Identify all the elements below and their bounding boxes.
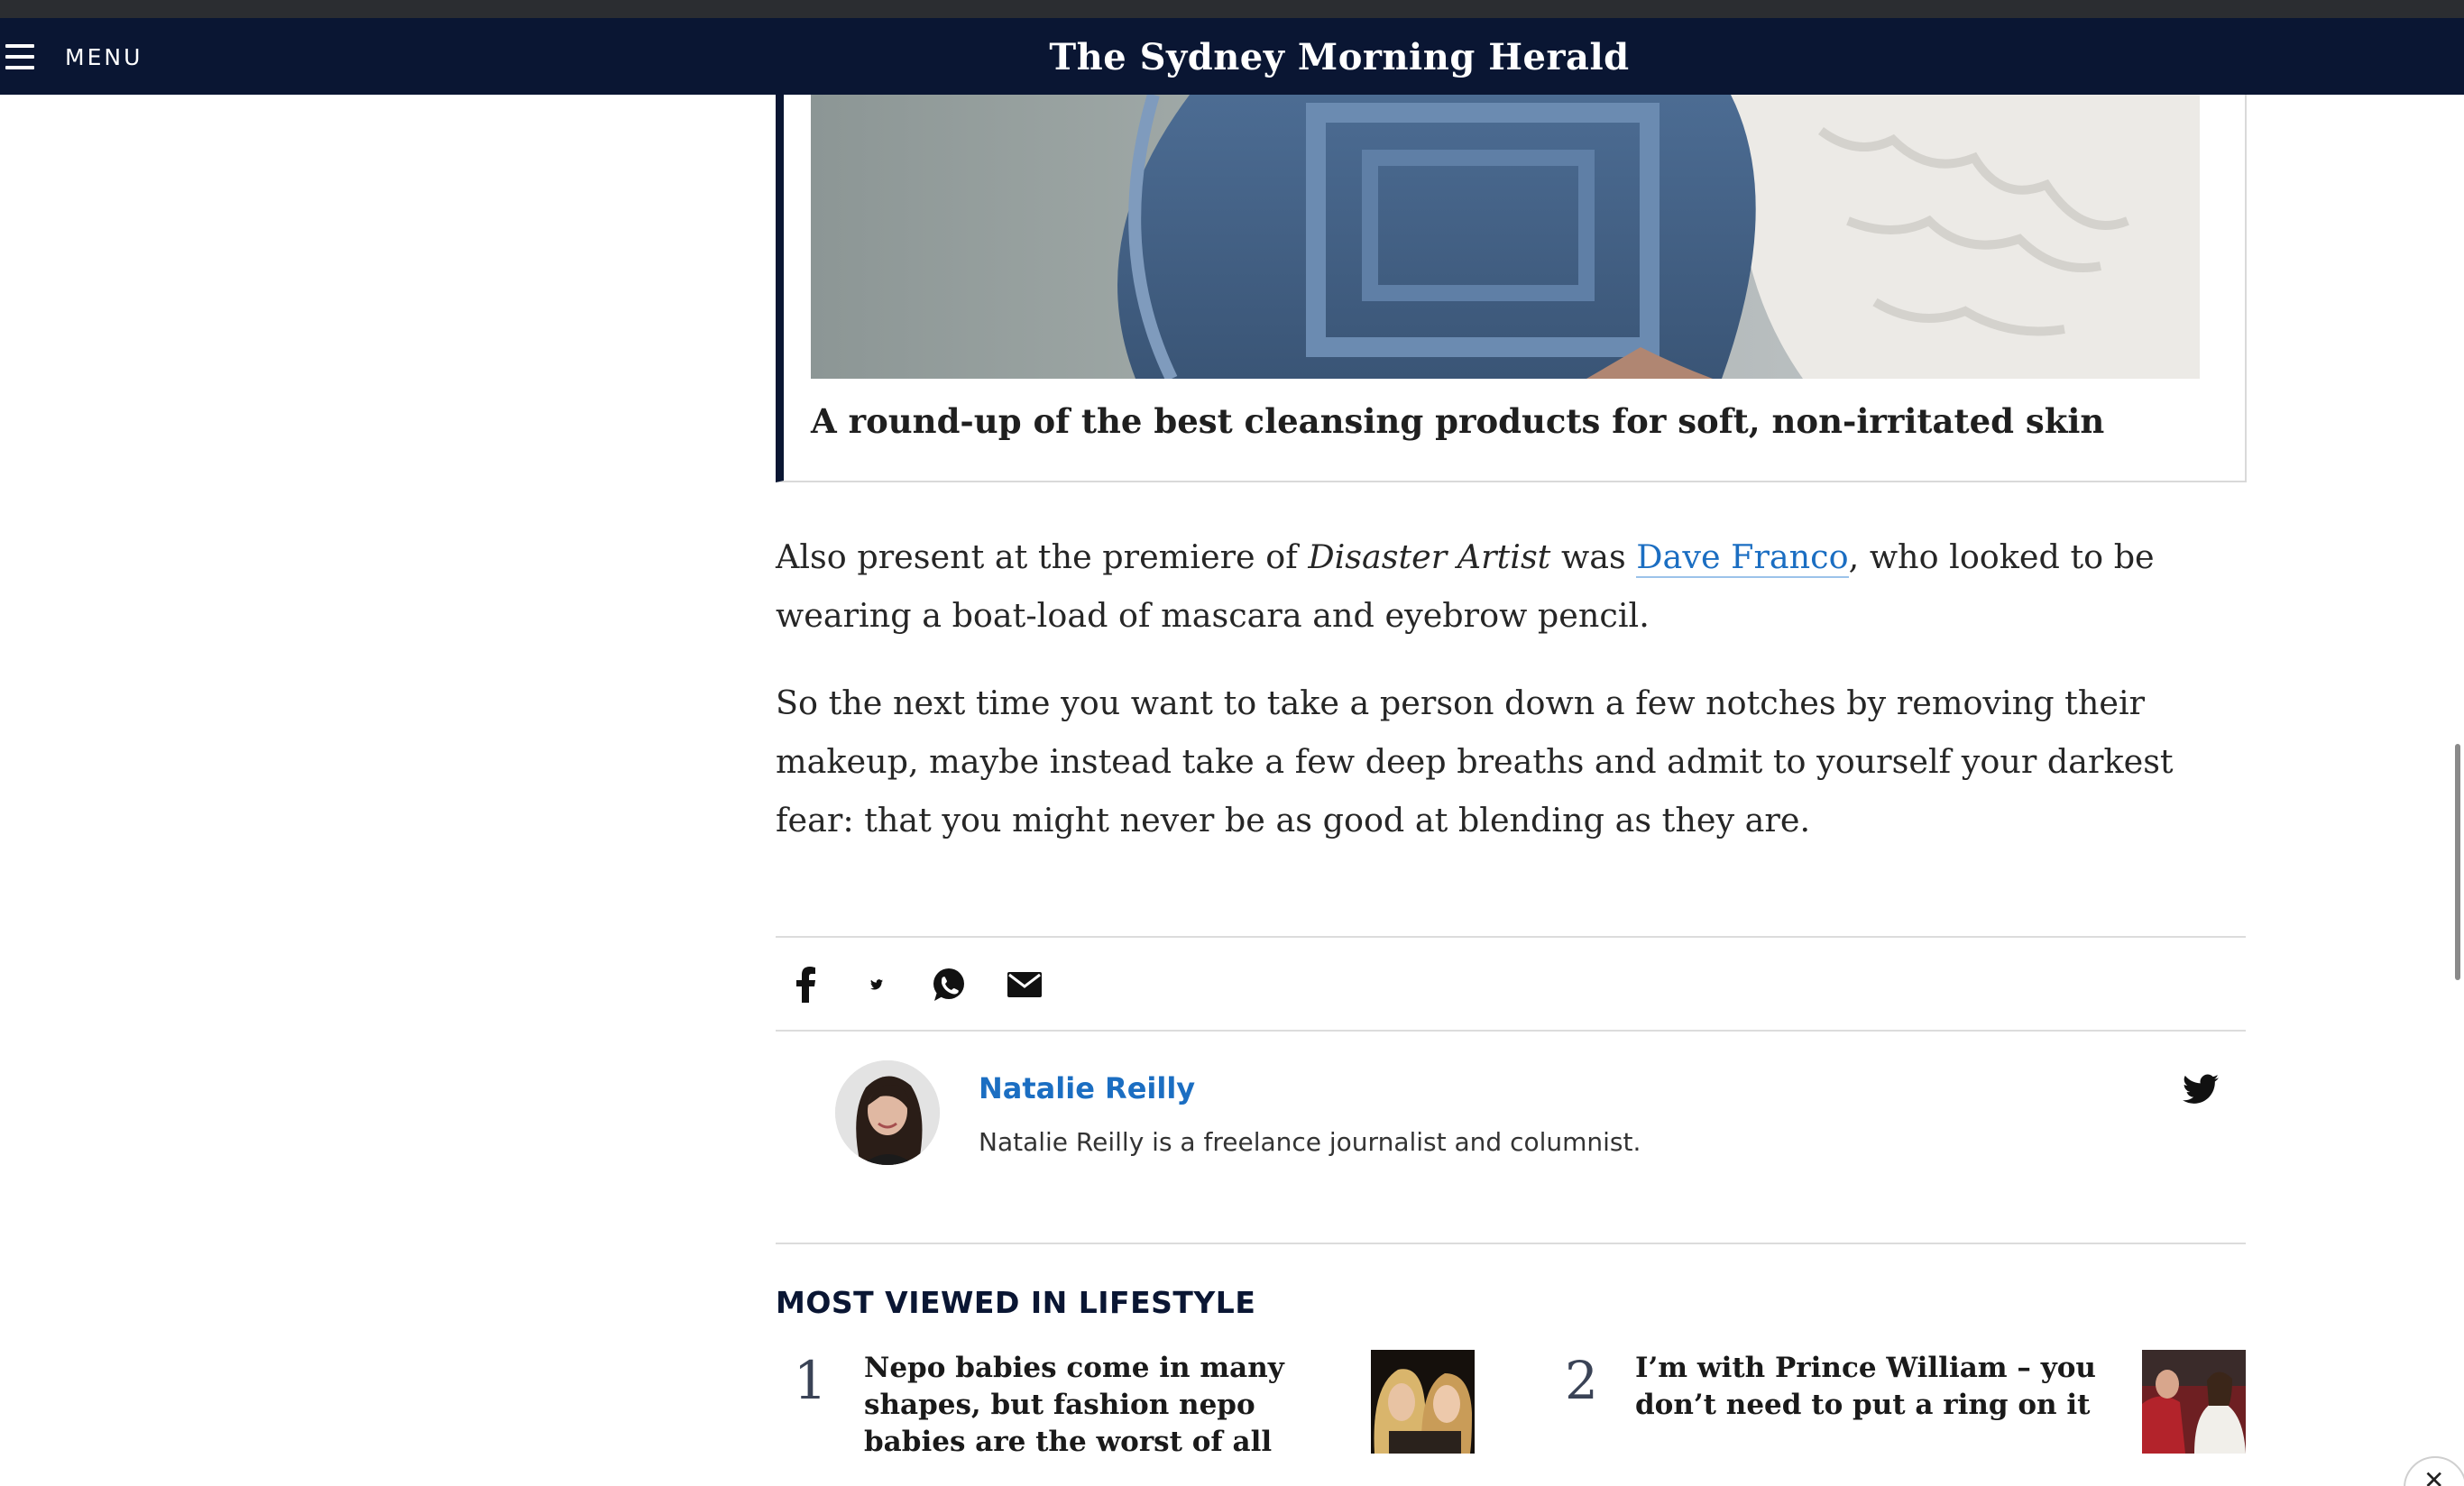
menu-label: MENU: [65, 43, 143, 70]
most-viewed-heading: MOST VIEWED IN LIFESTYLE: [776, 1285, 1256, 1320]
hamburger-icon: [5, 44, 34, 69]
facebook-icon[interactable]: [786, 965, 826, 1004]
site-header: MENU The Sydney Morning Herald: [0, 18, 2464, 95]
text-run: Also present at the premiere of: [776, 537, 1309, 576]
most-viewed-thumbnail[interactable]: [1371, 1350, 1475, 1454]
author-twitter-icon[interactable]: [2183, 1074, 2219, 1106]
rank-number: 1: [794, 1350, 827, 1411]
promo-title[interactable]: A round-up of the best cleansing product…: [811, 401, 2218, 441]
most-viewed-thumbnail[interactable]: [2142, 1350, 2246, 1454]
whatsapp-icon[interactable]: [929, 965, 969, 1004]
dave-franco-link[interactable]: Dave Franco: [1636, 537, 1849, 578]
page-scrollbar[interactable]: [2455, 744, 2460, 980]
film-title: Disaster Artist: [1308, 537, 1551, 576]
author-bio: Natalie Reilly is a freelance journalist…: [979, 1127, 1641, 1157]
article-paragraph: Also present at the premiere of Disaster…: [776, 527, 2246, 645]
author-bio-block: Natalie Reilly Natalie Reilly is a freel…: [776, 1033, 2246, 1244]
author-avatar[interactable]: [835, 1060, 940, 1165]
close-button[interactable]: ✕: [2404, 1456, 2464, 1486]
site-logo[interactable]: The Sydney Morning Herald: [1049, 20, 1629, 94]
text-run: was: [1550, 537, 1637, 576]
twitter-icon[interactable]: [857, 965, 896, 1004]
promo-image: [811, 95, 2200, 379]
most-viewed-item[interactable]: 2 I’m with Prince William – you don’t ne…: [1547, 1350, 2246, 1486]
most-viewed-headline[interactable]: I’m with Prince William – you don’t need…: [1635, 1350, 2104, 1424]
most-viewed-headline[interactable]: Nepo babies come in many shapes, but fas…: [864, 1350, 1333, 1461]
share-bar: [776, 936, 2246, 1032]
author-name-link[interactable]: Natalie Reilly: [979, 1071, 1195, 1105]
article-body: Also present at the premiere of Disaster…: [776, 527, 2246, 878]
email-icon[interactable]: [1005, 965, 1044, 1004]
rank-number: 2: [1565, 1350, 1598, 1411]
article-paragraph: So the next time you want to take a pers…: [776, 683, 2174, 839]
browser-top-strip: [0, 0, 2464, 18]
related-promo-card[interactable]: A round-up of the best cleansing product…: [776, 95, 2247, 482]
most-viewed-item[interactable]: 1 Nepo babies come in many shapes, but f…: [776, 1350, 1475, 1486]
close-icon: ✕: [2423, 1465, 2445, 1486]
menu-button[interactable]: MENU: [5, 34, 143, 79]
